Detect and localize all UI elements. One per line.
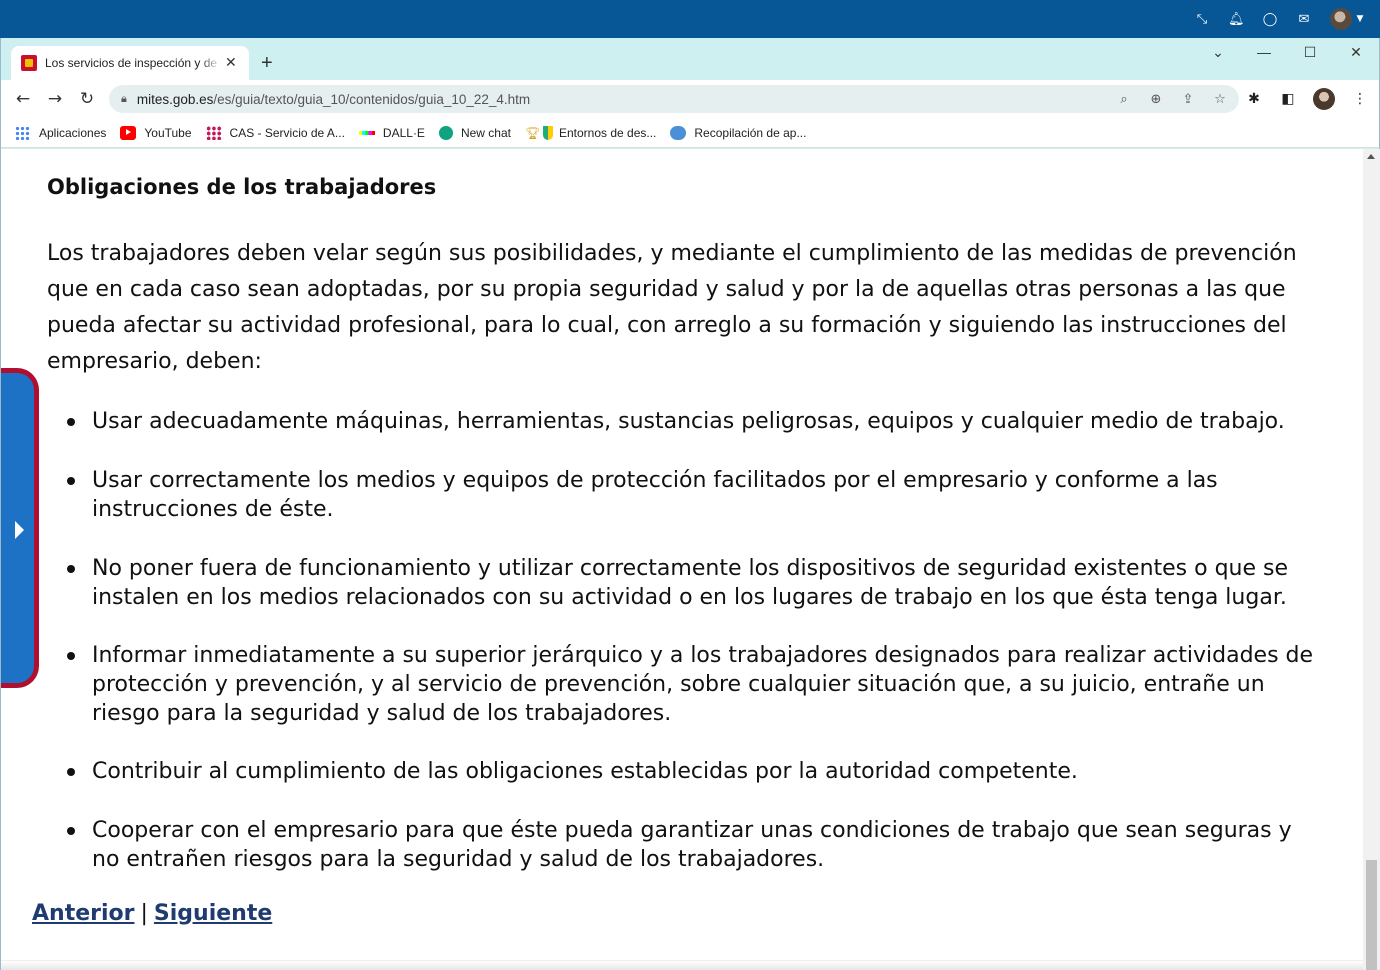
bookmark-youtube[interactable]: YouTube [120,125,192,140]
bookmark-label: DALL·E [382,125,425,140]
bookmark-recopilacion[interactable]: Recopilación de ap... [670,125,807,140]
web-page: Obligaciones de los trabajadores Los tra… [0,149,1380,970]
bookmark-label: Entornos de des... [558,125,657,140]
list-item: Usar adecuadamente máquinas, herramienta… [67,407,1322,436]
user-avatar[interactable] [1330,8,1352,30]
url-path: /es/guia/texto/guia_10/contenidos/guia_1… [213,91,531,107]
vertical-scrollbar[interactable] [1363,149,1380,970]
share-icon[interactable]: ⇪ [1179,92,1197,107]
list-item: Informar inmediatamente a su superior je… [67,641,1322,728]
chat-bubble-icon[interactable]: ◯ [1262,12,1278,27]
caret-right-icon [15,521,24,539]
profile-avatar[interactable] [1313,88,1335,110]
trophy-icon: 🏆︎ [524,125,541,140]
bookmark-entornos[interactable]: 🏆︎ Entornos de des... [524,125,657,140]
extensions-puzzle-icon[interactable]: ✱ [1245,91,1263,107]
shield-icon [542,125,553,140]
bell-icon[interactable]: 🔔︎ [1228,12,1245,27]
youtube-icon [120,125,137,140]
chevron-down-icon[interactable]: ▼ [1356,14,1364,24]
side-panel-icon[interactable]: ◧ [1279,91,1297,107]
tab-title: Los servicios de inspección y de segurid… [45,56,221,70]
scroll-up-arrow-icon[interactable] [1367,154,1375,159]
pagination: Anterior | Siguiente [32,901,272,926]
minimize-button[interactable]: — [1241,38,1287,66]
cas-icon [205,125,222,140]
bookmark-label: Aplicaciones [39,125,107,140]
pagination-separator: | [140,901,148,926]
intro-paragraph: Los trabajadores deben velar según sus p… [47,241,1297,374]
spain-flag-icon [21,55,37,71]
mail-icon[interactable]: ✉ [1296,12,1312,27]
browser-frame: Los servicios de inspección y de segurid… [0,38,1380,149]
list-item: Usar correctamente los medios y equipos … [67,466,1322,524]
new-tab-button[interactable]: + [261,52,273,75]
os-taskbar: ⤡ 🔔︎ ◯ ✉ ▼ [0,0,1380,38]
list-item: Cooperar con el empresario para que éste… [67,816,1322,874]
maximize-button[interactable]: ☐ [1287,38,1333,66]
bookmark-label: YouTube [144,125,192,140]
next-link[interactable]: Siguiente [154,901,272,926]
section-heading: Obligaciones de los trabajadores [47,175,437,199]
search-icon[interactable]: ⌕ [1115,92,1133,107]
close-tab-icon[interactable]: ✕ [225,55,237,71]
bookmark-cas[interactable]: CAS - Servicio de A... [205,125,345,140]
scrollbar-thumb[interactable] [1366,860,1377,970]
list-item: No poner fuera de funcionamiento y utili… [67,554,1322,612]
bookmark-aplicaciones[interactable]: Aplicaciones [15,125,107,140]
list-item: Contribuir al cumplimiento de las obliga… [67,757,1322,786]
back-arrow-icon[interactable]: ← [7,89,39,109]
star-bookmark-icon[interactable]: ☆ [1211,92,1229,107]
bookmark-label: CAS - Servicio de A... [229,125,345,140]
dalle-icon [358,130,375,135]
bookmark-label: New chat [460,125,511,140]
forward-arrow-icon[interactable]: → [39,89,71,109]
cloud-icon [670,125,687,140]
url-text[interactable]: mites.gob.es/es/guia/texto/guia_10/conte… [137,92,530,107]
address-bar[interactable]: 🔒︎ mites.gob.es/es/guia/texto/guia_10/co… [109,85,1239,113]
previous-link[interactable]: Anterior [32,901,134,926]
side-panel-toggle[interactable] [1,368,39,688]
zoom-icon[interactable]: ⊕ [1147,92,1165,107]
page-bottom-edge [1,960,1364,970]
url-host: mites.gob.es [136,91,214,107]
chatgpt-icon [438,125,453,140]
bookmark-label: Recopilación de ap... [694,125,807,140]
reload-icon[interactable]: ↻ [71,89,103,109]
tab-search-icon[interactable]: ⌄ [1195,38,1241,66]
lock-icon[interactable]: 🔒︎ [121,92,127,106]
menu-kebab-icon[interactable]: ⋮ [1351,91,1369,107]
close-window-button[interactable]: ✕ [1333,38,1379,66]
browser-toolbar: ← → ↻ 🔒︎ mites.gob.es/es/guia/texto/guia… [1,80,1379,118]
bookmark-dalle[interactable]: DALL·E [358,125,425,140]
bookmarks-bar: Aplicaciones YouTube CAS - Servicio de A… [1,118,1379,148]
apps-icon [15,125,31,140]
window-controls: ⌄ — ☐ ✕ [1195,38,1379,66]
browser-tab[interactable]: Los servicios de inspección y de segurid… [11,46,249,80]
minimize-arrows-icon[interactable]: ⤡ [1194,12,1210,27]
bookmark-new-chat[interactable]: New chat [438,125,511,140]
